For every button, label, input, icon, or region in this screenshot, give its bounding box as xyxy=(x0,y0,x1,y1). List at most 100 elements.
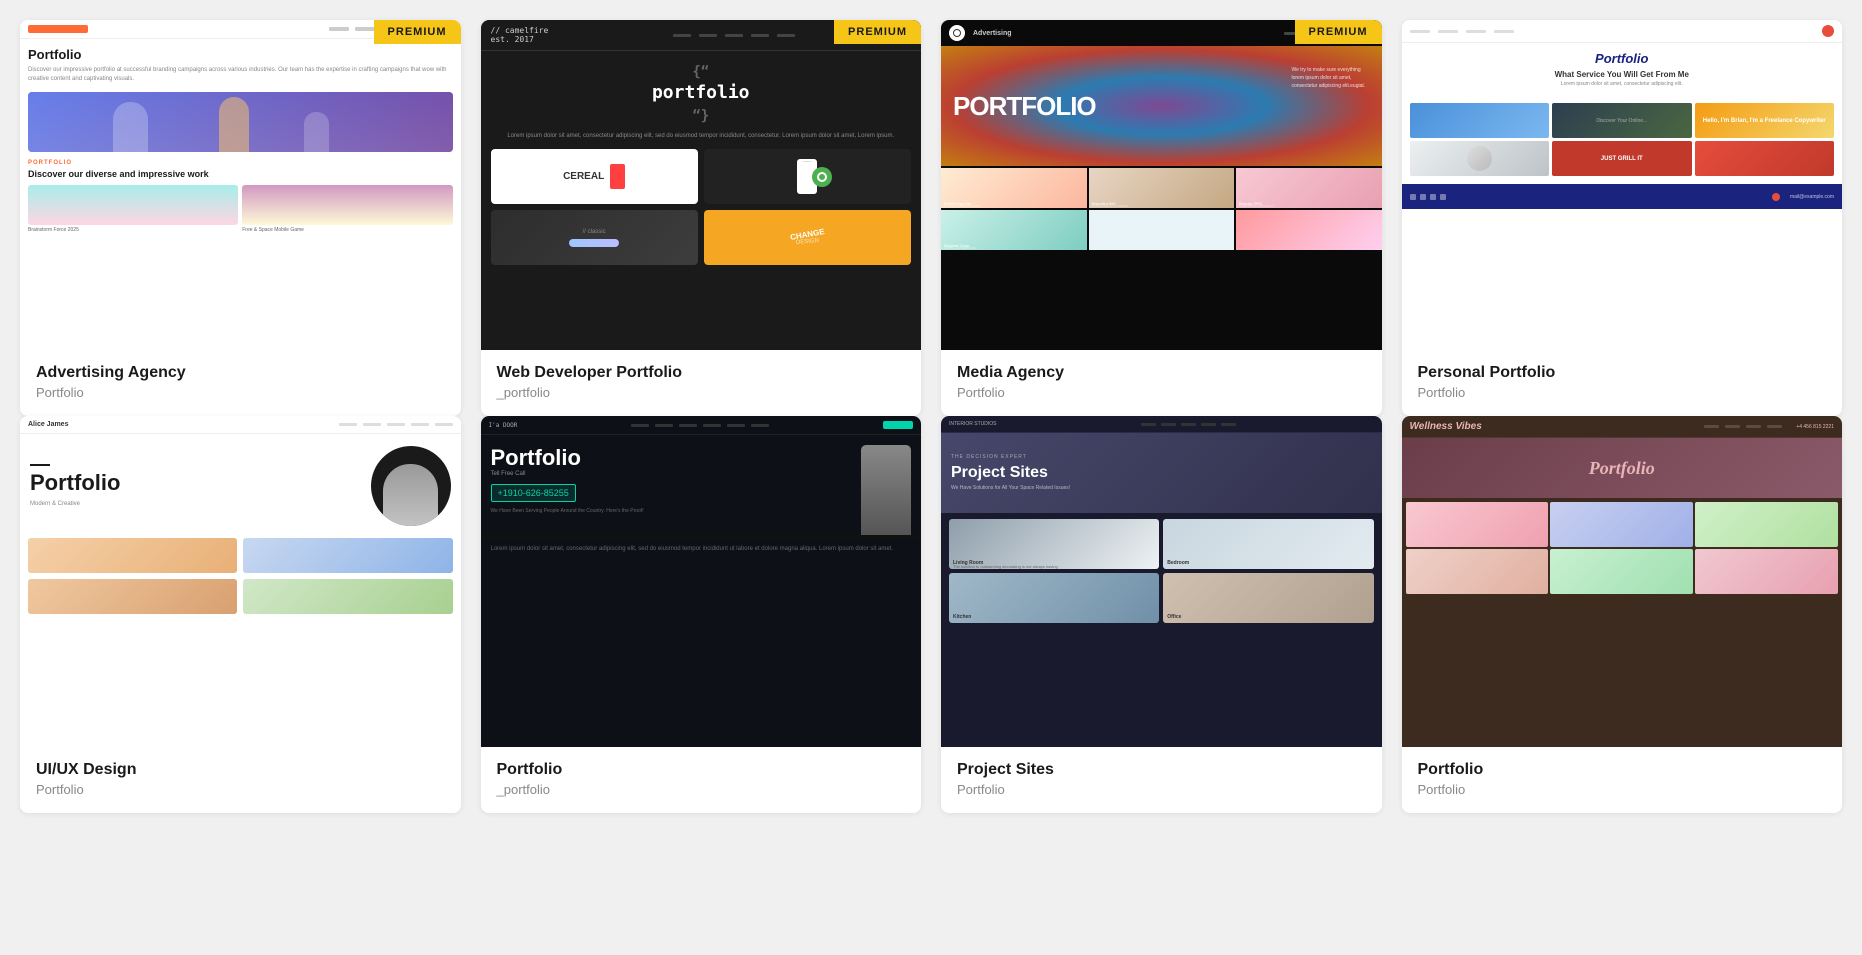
premium-badge-3: PREMIUM xyxy=(1295,20,1382,44)
beauty-gallery-item-1 xyxy=(1406,502,1549,547)
personal-footer-icon-1 xyxy=(1410,194,1416,200)
personal-footer-icon-2 xyxy=(1420,194,1426,200)
personal-logo-circle xyxy=(1822,25,1834,37)
card-preview-portdark: I'a DOOR Portfolio Tell Free Call +1910-… xyxy=(481,416,922,746)
portdark-body-text: We Have Been Serving People Around the C… xyxy=(491,508,912,516)
card-beauty[interactable]: Wellness Vibes +4 456 815 2221 Portfolio xyxy=(1402,416,1843,812)
uiux-portfolio-item-1: The Franklin xyxy=(28,538,237,573)
beauty-phone: +4 456 815 2221 xyxy=(1796,424,1834,430)
adagency-hero-image xyxy=(28,92,453,152)
adagency-hero-text: Discover our impressive portfolio at suc… xyxy=(28,66,453,84)
media-grid-item-3: Beauty OPC MARKETING STRATEGY xyxy=(1236,168,1382,208)
beauty-gallery-item-3 xyxy=(1695,502,1838,547)
card-project-sites[interactable]: INTERIOR STUDIOS THE DECISION EXPERT Pro… xyxy=(941,416,1382,812)
personal-grid-item-2: Discover Your Online... xyxy=(1552,103,1692,138)
uiux-hero-sub: Modern & Creative xyxy=(30,500,361,508)
card-webdev[interactable]: PREMIUM // camelfireest. 2017 {"portfoli… xyxy=(481,20,922,416)
portdark-nav: I'a DOOR xyxy=(481,416,922,435)
card-media-agency[interactable]: PREMIUM Advertising PORTFOLIO We try to … xyxy=(941,20,1382,416)
media-grid-item-6 xyxy=(1236,210,1382,250)
card-title-uiux: UI/UX Design xyxy=(36,761,445,779)
personal-grid-item-4 xyxy=(1410,141,1550,176)
personal-footer-icon-3 xyxy=(1430,194,1436,200)
card-info-personal: Personal Portfolio Portfolio xyxy=(1402,350,1843,416)
adagency-logo xyxy=(28,25,88,33)
card-info-beauty: Portfolio Portfolio xyxy=(1402,747,1843,813)
project-hero: THE DECISION EXPERT Project Sites We Hav… xyxy=(941,433,1382,513)
media-grid-item-2: Graceful INC MARKETING & PLANNING xyxy=(1089,168,1235,208)
uiux-logo: Alice James xyxy=(28,421,68,428)
uiux-portfolio-item-4 xyxy=(243,579,452,614)
card-preview-personal: Portfolio What Service You Will Get From… xyxy=(1402,20,1843,350)
card-uiux[interactable]: Alice James Portfolio Modern & Creative xyxy=(20,416,461,812)
personal-grid-item-3: Hello, I'm Brian, I'm a Freelance Copywr… xyxy=(1695,103,1835,138)
webdev-body: {"portfolio"} {“ portfolio “} Lorem ipsu… xyxy=(481,51,922,273)
card-info-media: Media Agency Portfolio xyxy=(941,350,1382,416)
uiux-portfolio-item-3 xyxy=(28,579,237,614)
personal-hero-text: Lorem ipsum dolor sit amet, consectetur … xyxy=(1410,81,1835,87)
personal-footer-email: mail@example.com xyxy=(1790,194,1834,200)
card-title-project: Project Sites xyxy=(957,761,1366,779)
uiux-hero-image xyxy=(371,446,451,526)
adagency-portfolio-label: Portfolio xyxy=(28,47,453,62)
webdev-item-classic: // classic xyxy=(491,210,698,265)
portdark-cta-btn xyxy=(883,421,913,429)
media-grid-item-4: Soylent Corp DIGITAL ADVERTISING xyxy=(941,210,1087,250)
card-title-adagency: Advertising Agency xyxy=(36,364,445,382)
personal-footer-social xyxy=(1410,194,1446,200)
personal-portfolio-grid: Discover Your Online... Hello, I'm Brian… xyxy=(1402,103,1843,176)
card-subtitle-portdark: _portfolio xyxy=(497,782,906,797)
portdark-bottom: Lorem ipsum dolor sit amet, consectetur … xyxy=(481,539,922,560)
personal-nav-links xyxy=(1410,30,1514,33)
project-room-4: Office xyxy=(1163,573,1373,623)
portdark-nav-links xyxy=(631,424,769,427)
uiux-hero: Portfolio Modern & Creative xyxy=(20,434,461,538)
webdev-item-cereal: CEREAL xyxy=(491,149,698,204)
card-subtitle-adagency: Portfolio xyxy=(36,385,445,400)
adagency-section-label: PORTFOLIO xyxy=(28,160,453,166)
media-logo-icon xyxy=(949,25,965,41)
portdark-phone: +1910-626-85255 xyxy=(491,484,576,502)
card-advertising-agency[interactable]: PREMIUM Portfolio Discover our impressiv… xyxy=(20,20,461,416)
webdev-item-phone xyxy=(704,149,911,204)
card-title-media: Media Agency xyxy=(957,364,1366,382)
card-personal-portfolio[interactable]: Portfolio What Service You Will Get From… xyxy=(1402,20,1843,416)
uiux-nav-links xyxy=(339,423,453,426)
adagency-body: Portfolio Discover our impressive portfo… xyxy=(20,39,461,241)
project-nav-links xyxy=(1141,423,1236,426)
uiux-portfolio-item-2: Wall Street xyxy=(243,538,452,573)
beauty-gallery-item-5 xyxy=(1550,549,1693,594)
personal-grid-item-5: JUST GRILL IT xyxy=(1552,141,1692,176)
adagency-nav-link-2 xyxy=(355,27,375,31)
card-subtitle-uiux: Portfolio xyxy=(36,782,445,797)
portdark-hero: Portfolio Tell Free Call +1910-626-85255… xyxy=(481,435,922,535)
card-title-personal: Personal Portfolio xyxy=(1418,364,1827,382)
project-rooms: Living Room The solution to outstanding … xyxy=(941,513,1382,629)
webdev-grid: CEREAL xyxy=(491,149,912,265)
personal-hero-title: Portfolio xyxy=(1410,51,1835,66)
card-subtitle-media: Portfolio xyxy=(957,385,1366,400)
card-preview-project: INTERIOR STUDIOS THE DECISION EXPERT Pro… xyxy=(941,416,1382,746)
card-title-webdev: Web Developer Portfolio xyxy=(497,364,906,382)
card-grid-row2: Alice James Portfolio Modern & Creative xyxy=(20,416,1842,812)
card-preview-media: PREMIUM Advertising PORTFOLIO We try to … xyxy=(941,20,1382,350)
card-info-webdev: Web Developer Portfolio _portfolio xyxy=(481,350,922,416)
portdark-hero-title: Portfolio xyxy=(491,445,912,471)
portdark-hero-sub: Tell Free Call xyxy=(491,471,912,477)
beauty-gallery-item-4 xyxy=(1406,549,1549,594)
project-room-2: Bedroom xyxy=(1163,519,1373,569)
uiux-portfolio-items: The Franklin Wall Street xyxy=(20,538,461,622)
beauty-hero-title: Portfolio xyxy=(1589,458,1655,479)
card-subtitle-personal: Portfolio xyxy=(1418,385,1827,400)
webdev-sub: Lorem ipsum dolor sit amet, consectetur … xyxy=(491,133,912,139)
personal-grid-item-6 xyxy=(1695,141,1835,176)
card-portfolio-dark[interactable]: I'a DOOR Portfolio Tell Free Call +1910-… xyxy=(481,416,922,812)
beauty-gallery-item-2 xyxy=(1550,502,1693,547)
card-subtitle-webdev: _portfolio xyxy=(497,385,906,400)
card-info-portdark: Portfolio _portfolio xyxy=(481,747,922,813)
adagency-nav-link-1 xyxy=(329,27,349,31)
project-hero-title: Project Sites xyxy=(951,464,1070,482)
uiux-hero-text: Portfolio Modern & Creative xyxy=(30,464,361,508)
personal-hero-sub: What Service You Will Get From Me xyxy=(1410,70,1835,79)
card-info-project: Project Sites Portfolio xyxy=(941,747,1382,813)
